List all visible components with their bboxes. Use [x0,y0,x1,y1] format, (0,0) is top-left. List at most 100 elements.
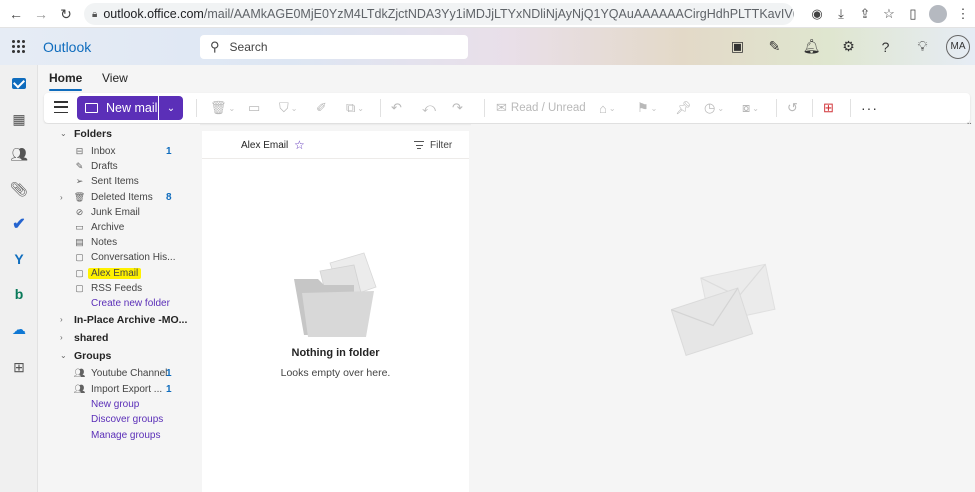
folder-title: Alex Email [241,140,289,151]
address-bar[interactable]: 🔒︎ outlook.office.com/mail/AAMkAGE0MjE0Y… [84,3,794,25]
folder-item-sent[interactable]: ➢ Sent Items [38,174,200,189]
rules-icon[interactable]: ⧇ ⌄ [742,99,759,117]
tab-home[interactable]: Home [49,71,83,91]
teams-icon[interactable]: ▣ [719,28,756,65]
brand-title[interactable]: Outlook [43,39,91,55]
header-actions: ▣ ✎ 🔔︎ ⚙ ? 💡︎ MA [719,28,975,65]
section-label: Groups [74,349,112,362]
todo-icon[interactable]: ✔ [7,212,31,236]
profile-icon[interactable] [929,5,947,23]
discover-groups-link[interactable]: Discover groups [38,412,200,427]
ribbon-tabs: Home View [38,65,975,92]
whiteboard-icon[interactable]: ✎ [756,28,793,65]
eye-icon[interactable]: ◉ [805,2,829,26]
group-label: Import Export ... [91,384,163,395]
sweep-icon[interactable]: ✐ [316,99,327,117]
flag-icon[interactable]: ⚑ ⌄ [637,99,657,117]
folder-item-deleted[interactable]: › 🗑︎ Deleted Items 8 [38,190,200,205]
chevron-down-icon: ⌄ [60,129,67,138]
reload-icon[interactable]: ↻ [54,2,78,26]
read-unread-button[interactable]: ✉ Read / Unread [496,99,586,117]
forward-icon[interactable]: → [29,2,53,26]
forward-mail-icon[interactable]: ↷ [452,99,463,117]
download-icon[interactable]: ⤓ [829,2,853,26]
create-new-folder-link[interactable]: Create new folder [38,296,200,311]
folder-item-junk[interactable]: ⊘ Junk Email [38,205,200,220]
back-icon[interactable]: ← [4,2,28,26]
more-options-icon[interactable]: ··· [861,99,878,117]
report-icon[interactable]: ⛉ ⌄ [279,99,297,117]
search-icon: ⚲ [210,39,220,54]
yammer-icon[interactable]: Y [7,247,31,271]
folder-label: Notes [91,237,118,248]
calendar-icon[interactable]: ▦ [7,107,31,131]
group-item-import-export[interactable]: 👥︎ Import Export ... 1 [38,382,200,397]
link-label: Manage groups [91,430,161,441]
people-icon[interactable]: 👥︎ [7,142,31,166]
folder-item-inbox[interactable]: ⊟ Inbox 1 [38,144,200,159]
empty-state-title: Nothing in folder [291,347,380,359]
empty-folder-illustration [294,252,377,337]
archive-icon[interactable]: ▭ [248,99,260,117]
more-apps-icon[interactable]: ⊞ [7,355,31,379]
folder-item-notes[interactable]: ▤ Notes [38,235,200,250]
browser-menu-icon[interactable]: ⋮ [951,2,975,26]
folders-section[interactable]: ⌄ Folders [38,126,200,141]
folder-label: RSS Feeds [91,283,143,294]
folder-item-alex-email[interactable]: ▢ Alex Email [38,266,200,281]
snooze-icon[interactable]: ◷ ⌄ [704,99,724,117]
reply-icon[interactable]: ↶ [391,99,402,117]
delete-icon[interactable]: 🗑︎ ⌄ [210,99,235,117]
avatar[interactable]: MA [946,34,970,59]
chevron-down-icon: ⌄ [60,351,67,360]
bookmark-star-icon[interactable]: ☆ [877,2,901,26]
folder-item-drafts[interactable]: ✎ Drafts [38,159,200,174]
bell-icon[interactable]: 🔔︎ [793,28,830,65]
unread-count: 1 [166,384,172,395]
pin-icon[interactable]: 📌︎ [675,99,692,117]
gear-icon[interactable]: ⚙ [830,28,867,65]
folder-item-rss[interactable]: ▢ RSS Feeds [38,281,200,296]
tag-icon[interactable]: ⌂ ⌄ [599,99,616,117]
group-item-youtube[interactable]: 👥︎ Youtube Channel 1 [38,366,200,381]
groups-section[interactable]: ⌄ Groups [38,348,200,363]
link-label: Discover groups [91,414,164,425]
mail-icon[interactable] [7,71,31,95]
in-place-archive-section[interactable]: › In-Place Archive -MO... [38,312,200,327]
sidebar-icon[interactable]: ▯ [901,2,925,26]
apps-icon[interactable]: ⊞ [823,99,834,117]
hamburger-icon[interactable] [54,101,68,113]
attachment-icon[interactable]: 📎︎ [7,177,31,201]
move-to-icon[interactable]: ⧉ ⌄ [346,99,364,117]
folder-item-conversation-history[interactable]: ▢ Conversation His... [38,250,200,265]
new-group-link[interactable]: New group [38,397,200,412]
folder-item-archive[interactable]: ▭ Archive [38,220,200,235]
app-launcher-icon[interactable] [0,28,36,65]
lightbulb-icon[interactable]: 💡︎ [904,28,941,65]
note-icon: ▤ [75,237,84,247]
chevron-right-icon: › [60,193,63,202]
filter-icon[interactable] [414,141,424,149]
message-list: Alex Email ☆ Filter Nothing in folder Lo… [202,131,469,492]
new-mail-dropdown-button[interactable]: ⌄ [159,96,183,120]
reply-all-icon[interactable]: ⤺ [422,99,436,117]
reading-pane [471,124,975,492]
favorite-star-icon[interactable]: ☆ [294,138,305,152]
new-mail-button[interactable]: New mail [77,96,158,120]
search-box[interactable]: ⚲ Search [200,35,468,59]
junk-icon: ⊘ [75,207,84,217]
folder-label: Alex Email [88,268,142,279]
tab-view[interactable]: View [102,71,128,85]
toolbar-divider [380,99,381,117]
filter-button[interactable]: Filter [430,140,452,151]
browser-actions: ◉ ⤓ ⇪ ☆ ▯ ⋮ [805,2,975,26]
undo-icon[interactable]: ↺ [787,99,798,117]
link-label: New group [91,399,140,410]
onedrive-icon[interactable]: ☁ [7,317,31,341]
envelope-icon [85,103,98,113]
bookings-icon[interactable]: b [7,282,31,306]
help-icon[interactable]: ? [867,28,904,65]
manage-groups-link[interactable]: Manage groups [38,428,200,443]
shared-section[interactable]: › shared [38,330,200,345]
share-icon[interactable]: ⇪ [853,2,877,26]
